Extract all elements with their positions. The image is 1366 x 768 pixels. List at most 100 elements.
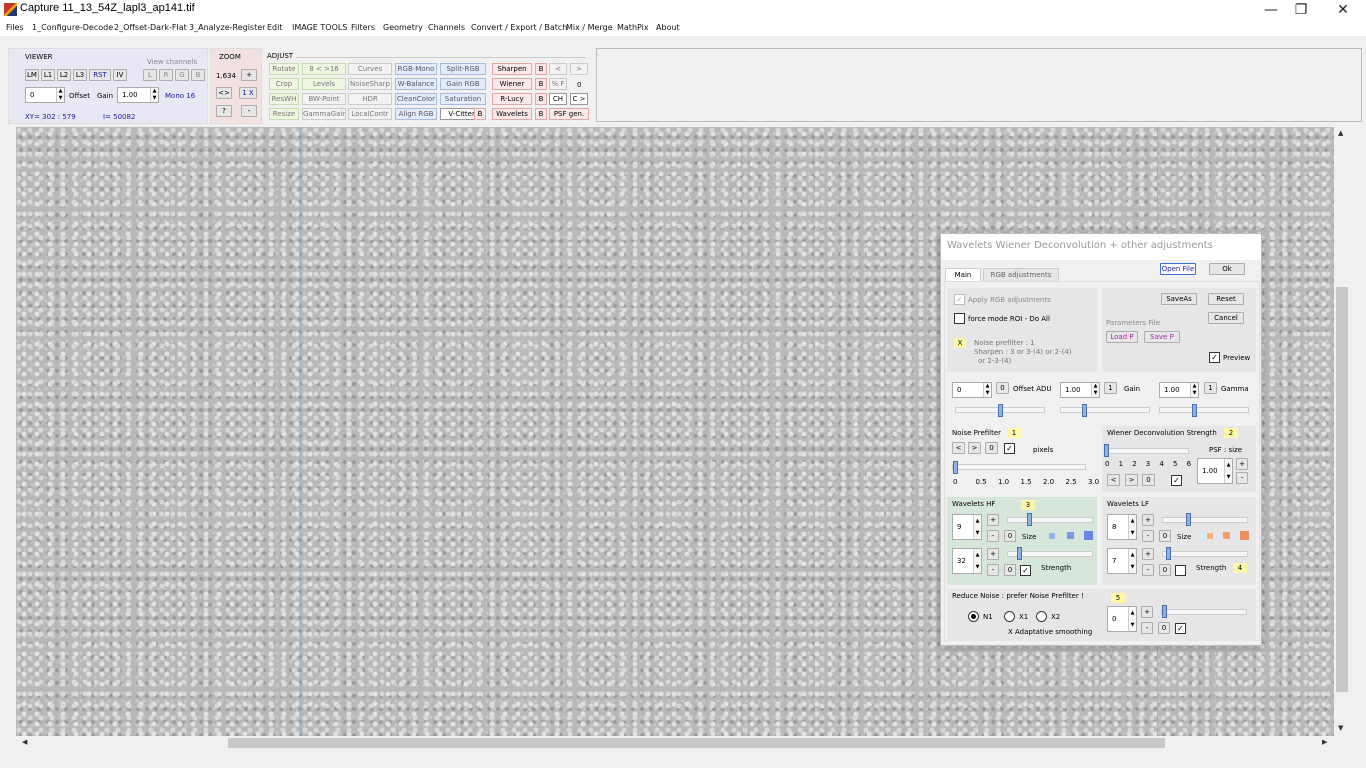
hf-strength-reset-button[interactable]: 0 [1004, 564, 1016, 576]
wiener-reset-button[interactable]: 0 [1142, 474, 1155, 486]
adjust-resize-button[interactable]: Resize [269, 108, 299, 120]
adjust-hdr-button[interactable]: HDR [348, 93, 392, 105]
horizontal-scrollbar[interactable]: ◀ ▶ [16, 736, 1334, 750]
gamma-slider-thumb[interactable] [1192, 404, 1197, 417]
offset-spinner[interactable]: 0 ▲ ▼ [25, 87, 65, 103]
ok-button[interactable]: Ok [1209, 263, 1245, 275]
tab-main[interactable]: Main [945, 268, 981, 281]
adjust-curves-button[interactable]: Curves [348, 63, 392, 75]
lf-strength-plus-button[interactable]: + [1142, 548, 1154, 560]
hf-strength-slider-thumb[interactable] [1017, 547, 1022, 560]
hf-strength-minus-button[interactable]: - [987, 564, 999, 576]
vertical-scrollbar[interactable]: ▲ ▼ [1334, 127, 1350, 736]
reduce-noise-slider[interactable] [1161, 609, 1247, 615]
adjust-b-button[interactable]: B [535, 78, 547, 90]
spinner-arrows-icon[interactable]: ▲ ▼ [150, 88, 158, 102]
adjust-b-button[interactable]: B [535, 93, 547, 105]
menu-item-filters[interactable]: Filters [351, 23, 375, 32]
vertical-scroll-thumb[interactable] [1336, 287, 1348, 692]
adjust-percent-f-button[interactable]: % F [549, 78, 567, 90]
hf-enable-checkbox[interactable]: ✓ [1020, 565, 1031, 576]
wiener-slider[interactable] [1105, 448, 1189, 454]
l2-button[interactable]: L2 [57, 69, 71, 81]
lf-enable-checkbox[interactable] [1175, 565, 1186, 576]
adjust-wavelets-button[interactable]: Wavelets [492, 108, 532, 120]
lf-strength-slider-thumb[interactable] [1166, 547, 1171, 560]
adjust-localcontr-button[interactable]: LocalContr [348, 108, 392, 120]
scroll-down-icon[interactable]: ▼ [1338, 724, 1343, 732]
l1-button[interactable]: L1 [41, 69, 55, 81]
lf-size-spinner[interactable]: 8 ▲ ▼ [1107, 514, 1137, 540]
lf-strength-reset-button[interactable]: 0 [1159, 564, 1171, 576]
hf-size-plus-button[interactable]: + [987, 514, 999, 526]
lf-strength-minus-button[interactable]: - [1142, 564, 1154, 576]
load-params-button[interactable]: Load P [1106, 331, 1138, 343]
hf-size-slider[interactable] [1007, 517, 1093, 523]
lf-size-reset-button[interactable]: 0 [1159, 530, 1171, 542]
offset-adu-spinner[interactable]: 0 ▲ ▼ [952, 382, 992, 398]
n1-radio[interactable] [968, 611, 979, 622]
lf-size-slider-thumb[interactable] [1186, 513, 1191, 526]
gain-spinner[interactable]: 1.00 ▲ ▼ [117, 87, 159, 103]
hf-size-spinner[interactable]: 9 ▲ ▼ [952, 514, 982, 540]
adjust-gain-rgb-button[interactable]: Gain RGB [440, 78, 486, 90]
spinner-arrows-icon[interactable]: ▲ ▼ [1190, 383, 1198, 397]
gain-reset-button[interactable]: 1 [1104, 382, 1117, 394]
wiener-enable-checkbox[interactable]: ✓ [1171, 475, 1182, 486]
reduce-noise-plus-button[interactable]: + [1141, 606, 1153, 618]
zoom-fit-button[interactable]: <> [216, 87, 232, 99]
spinner-arrows-icon[interactable]: ▲ ▼ [1224, 459, 1232, 483]
channel-l-button[interactable]: L [143, 69, 157, 81]
channel-g-button[interactable]: G [175, 69, 189, 81]
wiener-prev-button[interactable]: < [1107, 474, 1120, 486]
hf-strength-plus-button[interactable]: + [987, 548, 999, 560]
adjust-split-rgb-button[interactable]: Split-RGB [440, 63, 486, 75]
adjust-psf-gen-button[interactable]: PSF gen. [549, 108, 589, 120]
offset-reset-button[interactable]: 0 [996, 382, 1009, 394]
scroll-right-icon[interactable]: ▶ [1322, 738, 1327, 746]
scroll-left-icon[interactable]: ◀ [22, 738, 27, 746]
menu-item-mathpix[interactable]: MathPix [617, 23, 649, 32]
x2-radio[interactable] [1036, 611, 1047, 622]
tab-rgb-adjustments[interactable]: RGB adjustments [983, 268, 1059, 281]
wiener-next-button[interactable]: > [1125, 474, 1138, 486]
menu-item-files[interactable]: Files [6, 23, 24, 32]
spinner-arrows-icon[interactable]: ▲ ▼ [973, 515, 981, 539]
zoom-1x-button[interactable]: 1 X [239, 87, 257, 99]
noise-prev-button[interactable]: < [952, 442, 965, 454]
spinner-arrows-icon[interactable]: ▲ ▼ [56, 88, 64, 102]
noise-slider-thumb[interactable] [953, 461, 958, 474]
noise-slider[interactable] [952, 464, 1086, 470]
spinner-arrows-icon[interactable]: ▲ ▼ [983, 383, 991, 397]
x1-radio[interactable] [1004, 611, 1015, 622]
adjust-saturation-button[interactable]: Saturation [440, 93, 486, 105]
menu-item-mix-merge[interactable]: Mix / Merge [566, 23, 613, 32]
hf-strength-spinner[interactable]: 32 ▲ ▼ [952, 548, 982, 574]
lf-strength-slider[interactable] [1162, 551, 1248, 557]
save-params-button[interactable]: Save P [1144, 331, 1180, 343]
gain-slider-thumb[interactable] [1082, 404, 1087, 417]
gamma-reset-button[interactable]: 1 [1204, 382, 1217, 394]
gamma-slider[interactable] [1159, 407, 1249, 413]
wiener-slider-thumb[interactable] [1104, 444, 1109, 457]
adjust-levels-button[interactable]: Levels [302, 78, 346, 90]
maximize-button[interactable]: ❐ [1278, 0, 1324, 20]
psf-size-spinner[interactable]: 1.00 ▲ ▼ [1197, 458, 1233, 484]
lf-size-minus-button[interactable]: - [1142, 530, 1154, 542]
reduce-noise-reset-button[interactable]: 0 [1158, 622, 1170, 634]
reduce-noise-spinner[interactable]: 0 ▲ ▼ [1107, 606, 1137, 632]
gain-slider[interactable] [1060, 407, 1150, 413]
gamma-spinner[interactable]: 1.00 ▲ ▼ [1159, 382, 1199, 398]
lf-size-slider[interactable] [1162, 517, 1248, 523]
hf-size-slider-thumb[interactable] [1027, 513, 1032, 526]
offset-slider-thumb[interactable] [998, 404, 1003, 417]
cancel-button[interactable]: Cancel [1208, 312, 1244, 324]
adjust-gammagain-button[interactable]: GammaGain [302, 108, 346, 120]
adjust-prev-button[interactable]: < [549, 63, 567, 75]
menu-item-convert-export-batch[interactable]: Convert / Export / Batch [471, 23, 567, 32]
spinner-arrows-icon[interactable]: ▲ ▼ [1128, 515, 1136, 539]
lf-strength-spinner[interactable]: 7 ▲ ▼ [1107, 548, 1137, 574]
adjust-w-balance-button[interactable]: W-Balance [395, 78, 437, 90]
help-button[interactable]: ? [216, 105, 232, 117]
menu-item-geometry[interactable]: Geometry [383, 23, 423, 32]
